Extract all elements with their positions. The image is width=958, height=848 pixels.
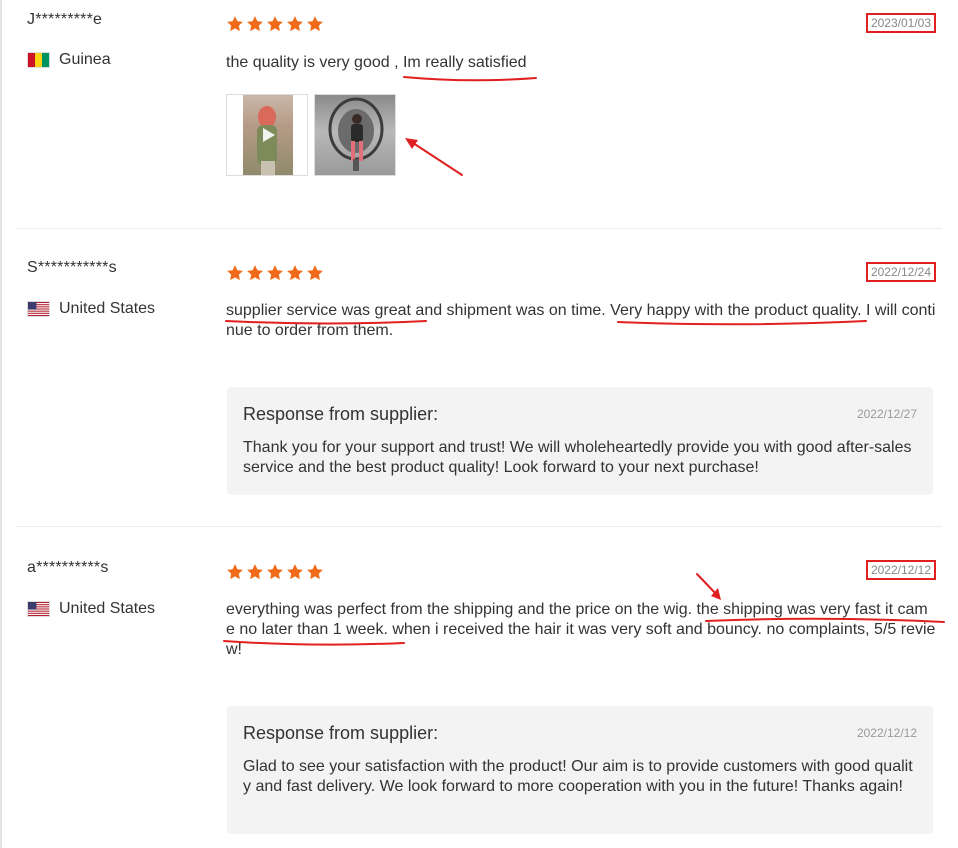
review-item: J*********e Guinea 2023/01/03 the qualit… (16, 0, 942, 229)
review-media (226, 94, 396, 176)
country-label: United States (59, 600, 156, 617)
response-title: Response from supplier: (243, 404, 439, 424)
star-icon (227, 265, 243, 281)
star-icon (307, 564, 323, 580)
review-date: 2023/01/03 (865, 13, 936, 33)
review-date: 2022/12/24 (865, 262, 936, 282)
response-text: Glad to see your satisfaction with the p… (243, 758, 913, 795)
star-icon (267, 16, 283, 32)
star-icon (307, 265, 323, 281)
guinea-flag-icon (27, 52, 50, 68)
review-item: S***********s United States 2022/12/24 s… (16, 229, 942, 527)
us-flag-icon (27, 601, 50, 617)
us-flag-icon (27, 301, 50, 317)
star-icon (307, 16, 323, 32)
country-label: United States (59, 300, 156, 317)
star-rating (226, 264, 324, 282)
response-title: Response from supplier: (243, 723, 439, 743)
review-text: supplier service was great and shipment … (226, 302, 936, 339)
reviewer-country: Guinea (27, 51, 111, 69)
star-icon (227, 564, 243, 580)
star-icon (247, 564, 263, 580)
reviewer-country: United States (27, 300, 155, 318)
response-text: Thank you for your support and trust! We… (243, 439, 912, 476)
response-date: 2022/12/12 (856, 726, 917, 740)
star-rating (226, 15, 324, 33)
response-date: 2022/12/27 (856, 407, 917, 421)
review-item: a**********s United States 2022/12/12 ev… (16, 527, 942, 848)
review-text: everything was perfect from the shipping… (226, 601, 936, 658)
review-text: the quality is very good , Im really sat… (226, 54, 527, 71)
page-left-edge (0, 0, 2, 848)
star-icon (287, 564, 303, 580)
star-icon (267, 564, 283, 580)
country-label: Guinea (59, 51, 111, 68)
star-icon (287, 265, 303, 281)
star-icon (267, 265, 283, 281)
star-icon (247, 265, 263, 281)
review-date: 2022/12/12 (865, 560, 936, 580)
video-thumbnail[interactable] (226, 94, 308, 176)
reviewer-name: a**********s (27, 559, 109, 576)
play-icon (263, 128, 275, 142)
supplier-response: Response from supplier: 2022/12/12 Glad … (227, 706, 933, 834)
supplier-response: Response from supplier: 2022/12/27 Thank… (227, 387, 933, 495)
star-icon (287, 16, 303, 32)
star-icon (247, 16, 263, 32)
star-rating (226, 563, 324, 581)
photo-thumbnail[interactable] (314, 94, 396, 176)
reviewer-country: United States (27, 600, 155, 618)
reviewer-name: J*********e (27, 11, 103, 28)
reviewer-name: S***********s (27, 259, 117, 276)
star-icon (227, 16, 243, 32)
